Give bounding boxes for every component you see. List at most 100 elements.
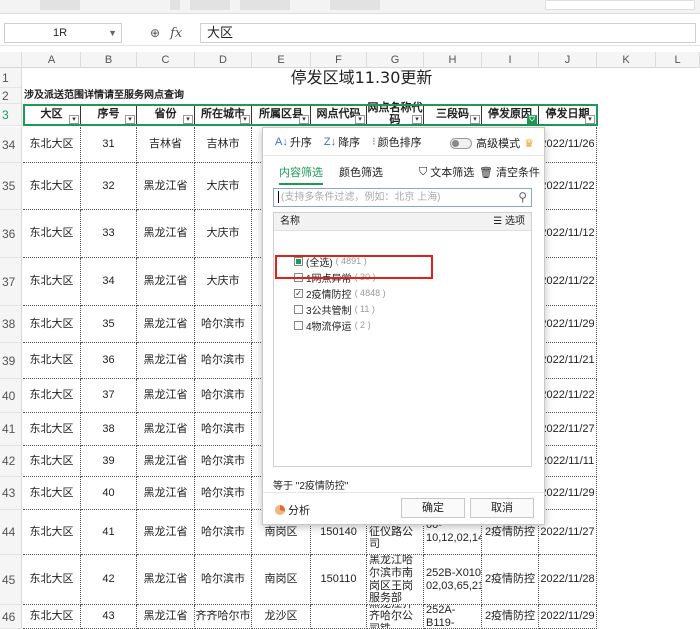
header-cell[interactable]: 所属区县 ▾ bbox=[252, 104, 311, 126]
header-cell[interactable]: 停发日期 ▾ bbox=[539, 104, 597, 126]
table-cell[interactable]: 36 bbox=[81, 343, 137, 379]
table-cell[interactable]: 黑龙江哈尔滨市南岗区王岗服务部 bbox=[367, 555, 424, 605]
table-cell[interactable]: 东北大区 bbox=[23, 510, 81, 555]
row-number[interactable]: 44 bbox=[0, 510, 22, 555]
table-cell[interactable]: 吉林市 bbox=[195, 127, 252, 163]
table-cell[interactable]: 2022/11/22 bbox=[539, 379, 597, 413]
filter-dropdown-icon[interactable]: ▾ bbox=[125, 115, 135, 124]
table-cell[interactable]: 南岗区 bbox=[252, 555, 311, 605]
toggle-switch[interactable] bbox=[450, 137, 473, 149]
tab-color-filter[interactable]: 颜色筛选 bbox=[339, 164, 383, 180]
row-number[interactable]: 43 bbox=[0, 477, 22, 510]
table-cell[interactable]: 东北大区 bbox=[23, 210, 81, 258]
sort-asc-button[interactable]: A↓ 升序 bbox=[275, 134, 312, 150]
table-cell[interactable]: 40 bbox=[81, 477, 137, 510]
zoom-icon[interactable]: ⊕ bbox=[150, 26, 160, 40]
table-cell[interactable]: 2022/11/29 bbox=[539, 605, 597, 629]
table-cell[interactable]: 哈尔滨市 bbox=[195, 510, 252, 555]
header-cell[interactable]: 序号 ▾ bbox=[81, 104, 137, 126]
table-cell[interactable]: 东北大区 bbox=[23, 343, 81, 379]
table-cell[interactable]: 黑龙江齐齐哈尔公司铁 bbox=[367, 605, 424, 629]
header-cell[interactable]: 网点名称代码 ▾ bbox=[367, 102, 424, 126]
table-cell[interactable]: 东北大区 bbox=[23, 127, 81, 163]
table-cell[interactable]: 黑龙江省 bbox=[137, 163, 195, 210]
table-cell[interactable]: 黑龙江省 bbox=[137, 210, 195, 258]
filter-dropdown-icon[interactable]: ▾ bbox=[585, 115, 595, 124]
filter-dropdown-icon[interactable]: ▾ bbox=[299, 115, 309, 124]
column-header[interactable]: H bbox=[424, 52, 482, 68]
filter-dropdown-icon[interactable]: ▾ bbox=[355, 115, 365, 124]
header-cell[interactable]: 大区 ▾ bbox=[23, 104, 81, 126]
table-cell[interactable]: 吉林省 bbox=[137, 127, 195, 163]
table-cell[interactable]: 黑龙江省 bbox=[137, 605, 195, 629]
tab-content-filter[interactable]: 内容筛选 bbox=[279, 164, 323, 185]
filter-search-input[interactable]: (支持多条件过滤，例如：北京 上海) ⚲ bbox=[273, 188, 532, 207]
row-number[interactable]: 36 bbox=[0, 210, 22, 258]
header-cell[interactable]: 网点代码 ▾ bbox=[311, 104, 367, 126]
table-cell[interactable]: 2022/11/21 bbox=[539, 343, 597, 379]
table-cell[interactable]: 150110 bbox=[311, 555, 367, 605]
table-cell[interactable]: 东北大区 bbox=[23, 163, 81, 210]
sort-desc-button[interactable]: Z↓ 降序 bbox=[324, 134, 360, 150]
column-header[interactable]: E bbox=[252, 52, 311, 68]
table-cell[interactable]: 252A-B119- bbox=[424, 605, 482, 629]
filter-list-item[interactable]: ✓ 2疫情防控( 4848 ) bbox=[294, 286, 386, 301]
table-cell[interactable]: 东北大区 bbox=[23, 413, 81, 446]
table-cell[interactable]: 黑龙江省 bbox=[137, 258, 195, 306]
column-header[interactable]: A bbox=[23, 52, 81, 68]
table-cell[interactable]: 黑龙江省 bbox=[137, 555, 195, 605]
column-header[interactable]: B bbox=[81, 52, 137, 68]
table-cell[interactable]: 黑龙江省 bbox=[137, 477, 195, 510]
table-cell[interactable]: 龙沙区 bbox=[252, 605, 311, 629]
filter-dropdown-icon[interactable]: ⛉ bbox=[527, 115, 537, 124]
table-cell[interactable]: 2022/11/22 bbox=[539, 163, 597, 210]
row-number[interactable]: 40 bbox=[0, 379, 22, 413]
row-number[interactable]: 1 bbox=[0, 68, 22, 88]
column-header[interactable]: J bbox=[539, 52, 597, 68]
table-cell[interactable]: 东北大区 bbox=[23, 258, 81, 306]
table-cell[interactable]: 大庆市 bbox=[195, 163, 252, 210]
table-cell[interactable]: 黑龙江省 bbox=[137, 413, 195, 446]
search-icon[interactable]: ⚲ bbox=[518, 189, 527, 206]
table-cell[interactable]: 38 bbox=[81, 413, 137, 446]
text-filter-button[interactable]: ⛉ 文本筛选 bbox=[419, 164, 474, 180]
select-all-corner[interactable] bbox=[0, 52, 22, 68]
table-cell[interactable]: 大庆市 bbox=[195, 258, 252, 306]
filter-list-item[interactable]: 3公共管制( 11 ) bbox=[294, 302, 375, 317]
column-header[interactable]: F bbox=[311, 52, 367, 68]
table-cell[interactable]: 哈尔滨市 bbox=[195, 306, 252, 343]
table-cell[interactable]: 黑龙江省 bbox=[137, 343, 195, 379]
row-number[interactable]: 45 bbox=[0, 555, 22, 605]
table-cell[interactable] bbox=[311, 605, 367, 629]
table-cell[interactable]: 哈尔滨市 bbox=[195, 446, 252, 477]
sheet-title[interactable]: 停发区域11.30更新 bbox=[23, 68, 700, 88]
table-cell[interactable]: 齐齐哈尔市 bbox=[195, 605, 252, 629]
table-cell[interactable]: 43 bbox=[81, 605, 137, 629]
checkbox[interactable] bbox=[294, 304, 303, 314]
row-number[interactable]: 39 bbox=[0, 343, 22, 379]
table-cell[interactable]: 2022/11/26 bbox=[539, 127, 597, 163]
fx-icon[interactable]: fx bbox=[170, 26, 182, 41]
column-header[interactable]: C bbox=[137, 52, 195, 68]
table-cell[interactable]: 哈尔滨市 bbox=[195, 477, 252, 510]
table-cell[interactable]: 黑龙江省 bbox=[137, 510, 195, 555]
header-cell[interactable]: 停发原因 ⛉ bbox=[482, 104, 539, 126]
table-cell[interactable]: 黑龙江省 bbox=[137, 446, 195, 477]
table-cell[interactable]: 252B-X010-00-02,03,65,21,22,27 bbox=[424, 555, 482, 605]
clear-conditions-button[interactable]: 🗑 清空条件 bbox=[479, 164, 540, 180]
header-cell[interactable]: 省份 ▾ bbox=[137, 104, 195, 126]
table-cell[interactable]: 2022/11/12 bbox=[539, 210, 597, 258]
table-cell[interactable]: 2022/11/11 bbox=[539, 446, 597, 477]
table-cell[interactable]: 31 bbox=[81, 127, 137, 163]
row-number[interactable]: 35 bbox=[0, 163, 22, 210]
table-cell[interactable]: 42 bbox=[81, 555, 137, 605]
table-cell[interactable]: 2022/11/29 bbox=[539, 477, 597, 510]
table-cell[interactable]: 东北大区 bbox=[23, 605, 81, 629]
table-cell[interactable]: 2疫情防控 bbox=[482, 605, 539, 629]
table-cell[interactable]: 黑龙江省 bbox=[137, 306, 195, 343]
table-cell[interactable]: 39 bbox=[81, 446, 137, 477]
table-cell[interactable]: 32 bbox=[81, 163, 137, 210]
filter-dropdown-icon[interactable]: ▾ bbox=[183, 115, 193, 124]
column-header[interactable]: G bbox=[367, 52, 424, 68]
list-options-button[interactable]: ☰ 选项 bbox=[493, 213, 525, 231]
